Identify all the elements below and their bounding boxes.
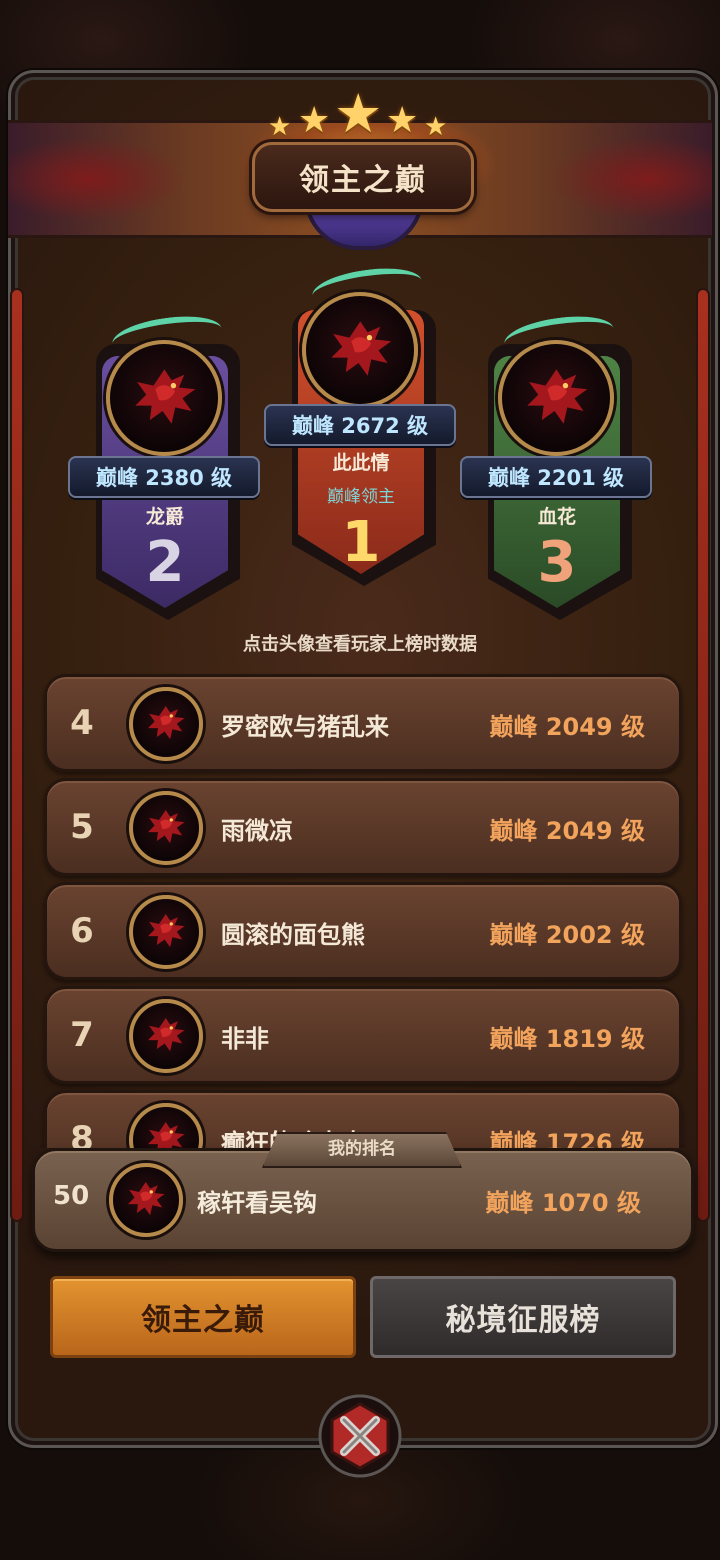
podium-name: 血花 <box>537 506 576 528</box>
podium-honor-title: 巅峰领主 <box>327 487 395 507</box>
red-dragon-icon[interactable] <box>129 687 203 761</box>
red-dragon-icon[interactable] <box>129 1103 203 1148</box>
page-title: 领主之巅 <box>252 142 474 212</box>
star-icon: ★ <box>268 112 292 142</box>
star-icon: ★ <box>334 82 383 145</box>
podium-level: 巅峰 2672 级 <box>264 404 456 446</box>
row-level: 巅峰 2049 级 <box>489 713 645 741</box>
list-item[interactable]: 4 罗密欧与猪乱来 巅峰 2049 级 <box>44 674 682 772</box>
podium-rank-number: 1 <box>341 510 381 575</box>
row-rank: 7 <box>70 1015 94 1055</box>
red-dragon-icon[interactable] <box>129 791 203 865</box>
tab-lord-summit[interactable]: 领主之巅 <box>50 1276 356 1358</box>
podium-rank-1[interactable]: 巅峰 2672 级 此此情 巅峰领主 1 <box>264 262 456 586</box>
list-item[interactable]: 7 非非 巅峰 1819 级 <box>44 986 682 1084</box>
row-rank: 5 <box>70 807 94 847</box>
row-level: 巅峰 2049 级 <box>489 817 645 845</box>
row-player-name: 雨微凉 <box>221 817 293 845</box>
row-player-name: 罗密欧与猪乱来 <box>221 713 389 741</box>
row-level: 巅峰 1726 级 <box>489 1129 645 1148</box>
podium-rank-2[interactable]: 巅峰 2380 级 龙爵 2 <box>68 310 260 620</box>
row-rank: 4 <box>70 703 94 743</box>
row-rank: 6 <box>70 911 94 951</box>
tab-secret-realm[interactable]: 秘境征服榜 <box>370 1276 676 1358</box>
red-dragon-icon[interactable] <box>109 1163 183 1237</box>
list-item[interactable]: 6 圆滚的面包熊 巅峰 2002 级 <box>44 882 682 980</box>
red-dragon-icon[interactable] <box>129 895 203 969</box>
row-rank: 8 <box>70 1119 94 1148</box>
hint-text: 点击头像查看玩家上榜时数据 <box>243 634 477 655</box>
star-icon: ★ <box>386 100 419 141</box>
star-icon: ★ <box>298 100 331 141</box>
red-dragon-icon[interactable] <box>302 292 418 408</box>
podium-level: 巅峰 2380 级 <box>68 456 260 498</box>
ranking-list[interactable]: 4 罗密欧与猪乱来 巅峰 2049 级 5 雨微凉 巅峰 2049 级 6 圆滚… <box>0 670 720 1148</box>
close-icon[interactable] <box>318 1394 402 1478</box>
star-icon: ★ <box>424 112 448 142</box>
podium-rank-number: 3 <box>537 530 577 595</box>
my-level: 巅峰 1070 级 <box>485 1189 641 1217</box>
red-dragon-icon[interactable] <box>129 999 203 1073</box>
list-item[interactable]: 5 雨微凉 巅峰 2049 级 <box>44 778 682 876</box>
row-player-name: 圆滚的面包熊 <box>221 921 365 949</box>
row-level: 巅峰 2002 级 <box>489 921 645 949</box>
row-level: 巅峰 1819 级 <box>489 1025 645 1053</box>
my-rank-label: 我的排名 <box>262 1132 462 1168</box>
podium-rank-number: 2 <box>145 530 185 595</box>
podium-level: 巅峰 2201 级 <box>460 456 652 498</box>
red-dragon-icon[interactable] <box>106 340 222 456</box>
row-player-name: 非非 <box>221 1025 269 1053</box>
podium-name: 此此情 <box>332 452 390 474</box>
red-dragon-icon[interactable] <box>498 340 614 456</box>
my-rank-number: 50 <box>53 1181 90 1211</box>
my-player-name: 稼轩看吴钩 <box>197 1189 317 1217</box>
stars-decoration: ★ ★ ★ ★ ★ <box>268 82 452 145</box>
podium-rank-3[interactable]: 巅峰 2201 级 血花 3 <box>460 310 652 620</box>
podium-name: 龙爵 <box>145 506 184 528</box>
